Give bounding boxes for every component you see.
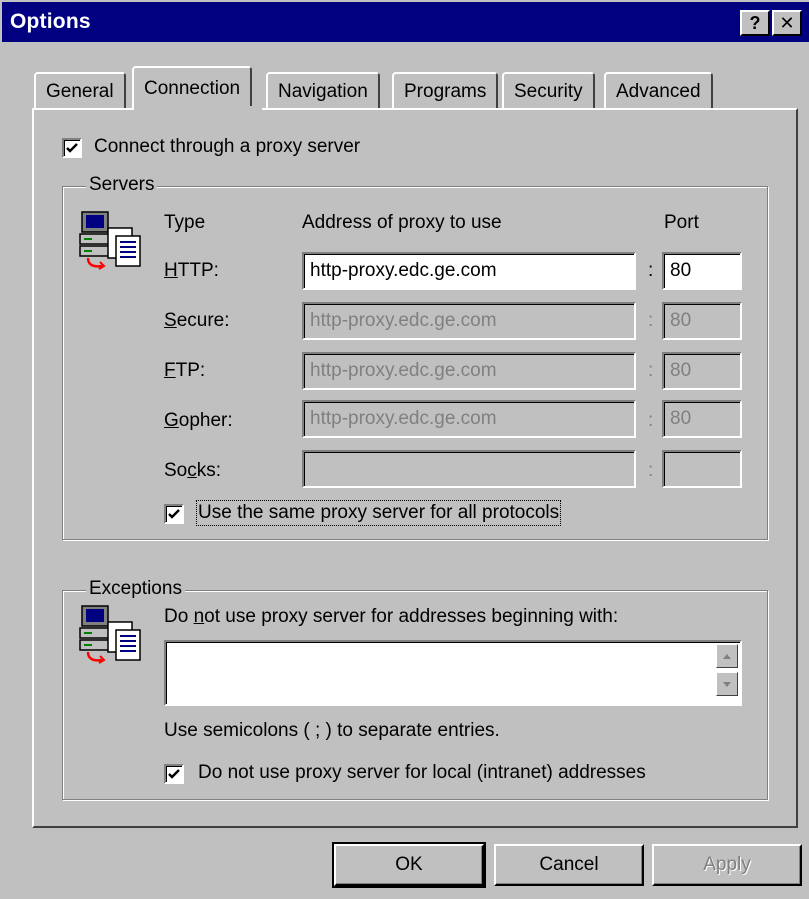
options-dialog: Options ? ✕ General Connection Navigatio… — [0, 0, 809, 899]
title-bar: Options ? ✕ — [2, 2, 809, 42]
apply-button[interactable]: Apply — [652, 844, 802, 886]
window-title: Options — [10, 10, 91, 33]
tab-label: Programs — [404, 81, 487, 102]
active-tab-joint — [134, 106, 262, 112]
tab-label: Security — [514, 81, 583, 102]
tab-label: Navigation — [278, 81, 368, 102]
cancel-button[interactable]: Cancel — [494, 844, 644, 886]
tab-navigation[interactable]: Navigation — [266, 72, 380, 110]
tab-connection[interactable]: Connection — [132, 66, 253, 110]
tab-security[interactable]: Security — [502, 72, 595, 110]
tab-label: Connection — [144, 78, 241, 99]
tab-label: General — [46, 81, 114, 102]
tab-label: Advanced — [616, 81, 701, 102]
tab-programs[interactable]: Programs — [392, 72, 499, 110]
connection-panel — [32, 108, 798, 828]
close-button[interactable]: ✕ — [772, 10, 802, 36]
tab-advanced[interactable]: Advanced — [604, 72, 713, 110]
tab-general[interactable]: General — [34, 72, 126, 110]
ok-button[interactable]: OK — [332, 842, 486, 888]
help-button[interactable]: ? — [740, 10, 770, 36]
